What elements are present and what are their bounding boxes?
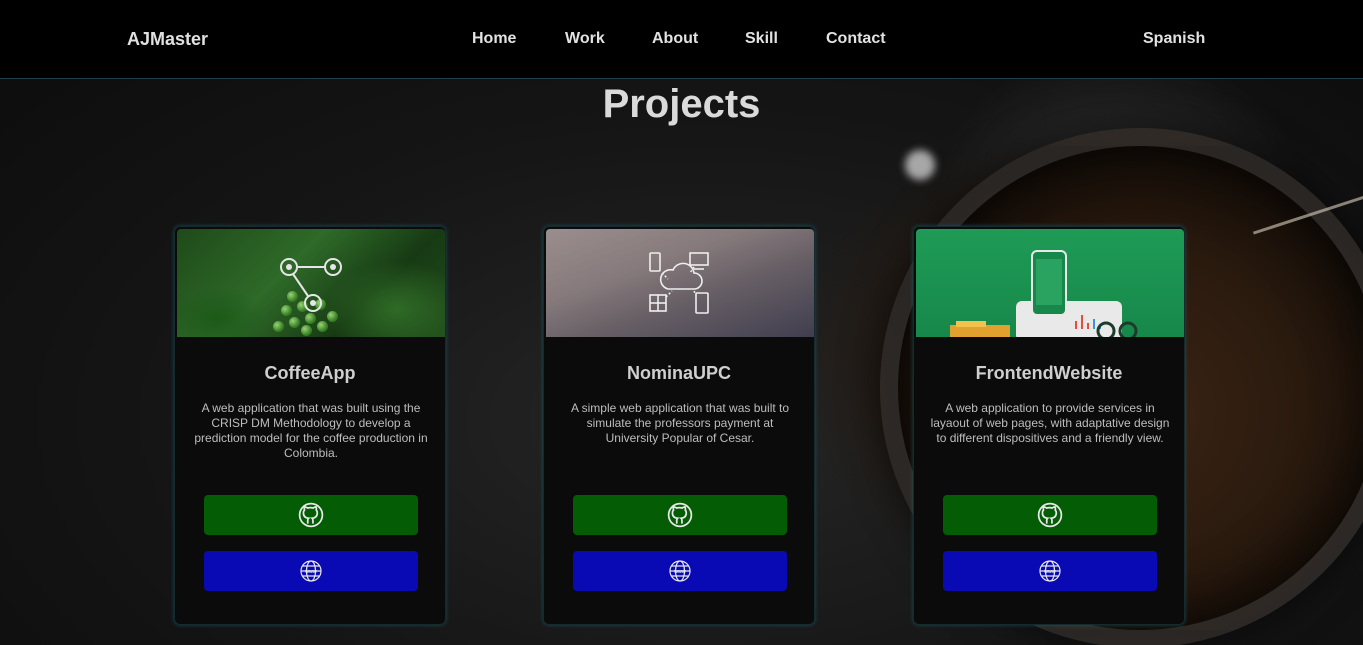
svg-text:www: www xyxy=(673,569,686,575)
globe-www-icon: www xyxy=(1039,560,1061,582)
nav-link-work[interactable]: Work xyxy=(565,30,605,48)
language-toggle[interactable]: Spanish xyxy=(1143,30,1205,48)
section-title: Projects xyxy=(602,82,761,126)
project-image-nomina xyxy=(546,229,814,337)
github-button[interactable] xyxy=(573,495,787,535)
project-image-coffee xyxy=(177,229,445,337)
nav-link-contact[interactable]: Contact xyxy=(826,30,886,48)
project-description: A simple web application that was built … xyxy=(570,401,790,445)
cloud-devices-icon xyxy=(649,252,709,314)
project-title: FrontendWebsite xyxy=(975,363,1123,383)
project-card-nominaupc: NominaUPC A simple web application that … xyxy=(543,226,815,625)
globe-www-icon: www xyxy=(300,560,322,582)
project-card-coffeeapp: CoffeeApp A web application that was bui… xyxy=(174,226,446,625)
project-card-frontendwebsite: FrontendWebsite A web application to pro… xyxy=(913,226,1185,625)
project-image-frontend xyxy=(916,229,1184,337)
brand-logo[interactable]: AJMaster xyxy=(127,29,208,50)
svg-text:www: www xyxy=(1043,569,1056,575)
github-icon xyxy=(298,502,324,528)
workflow-icon xyxy=(280,258,342,312)
github-button[interactable] xyxy=(204,495,418,535)
nav-link-skill[interactable]: Skill xyxy=(745,30,778,48)
project-title: CoffeeApp xyxy=(264,363,356,383)
nav-link-about[interactable]: About xyxy=(652,30,698,48)
website-button[interactable]: www xyxy=(943,551,1157,591)
navbar: AJMaster Home Work About Skill Contact S… xyxy=(0,0,1363,79)
github-icon xyxy=(667,502,693,528)
project-description: A web application to provide services in… xyxy=(930,401,1170,445)
project-description: A web application that was built using t… xyxy=(194,401,428,460)
project-title: NominaUPC xyxy=(626,363,731,383)
github-button[interactable] xyxy=(943,495,1157,535)
globe-www-icon: www xyxy=(669,560,691,582)
nav-link-home[interactable]: Home xyxy=(472,30,516,48)
background-highlight xyxy=(905,150,935,180)
github-icon xyxy=(1037,502,1063,528)
website-button[interactable]: www xyxy=(204,551,418,591)
svg-text:www: www xyxy=(304,569,317,575)
website-button[interactable]: www xyxy=(573,551,787,591)
devices-illustration xyxy=(950,250,1138,337)
